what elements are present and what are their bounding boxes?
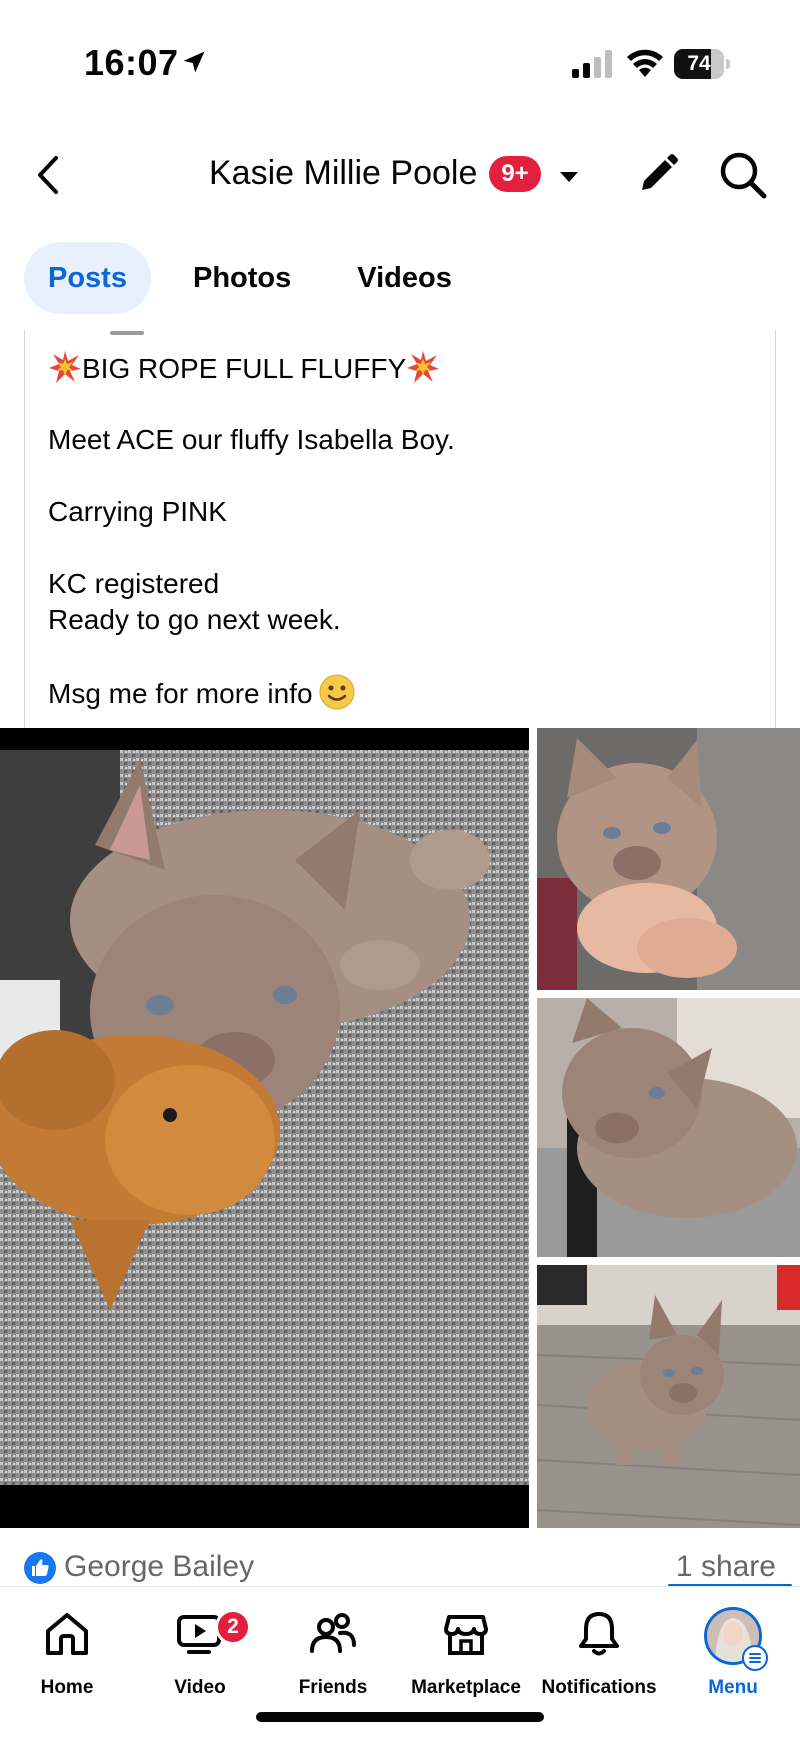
post-line-carrying: Carrying PINK [48, 496, 227, 527]
nav-marketplace-label: Marketplace [411, 1677, 521, 1698]
nav-menu[interactable]: Menu [666, 1599, 800, 1709]
post-line-ready: Ready to go next week. [48, 604, 341, 635]
menu-lines-icon [742, 1645, 768, 1671]
profile-header: Kasie Millie Poole 9+ [0, 130, 800, 220]
nav-video-label: Video [174, 1677, 226, 1698]
marketplace-icon [444, 1615, 488, 1655]
friends-icon [310, 1613, 356, 1653]
nav-notifications[interactable]: Notifications [532, 1599, 666, 1709]
search-icon[interactable] [718, 150, 768, 200]
photo-puppy-lying-on-rug[interactable] [537, 998, 800, 1257]
caret-down-icon[interactable] [558, 170, 580, 184]
tab-photos[interactable]: Photos [169, 242, 315, 314]
post-line-meet: Meet ACE our fluffy Isabella Boy. [48, 424, 455, 455]
nav-video[interactable]: 2 Video [133, 1599, 267, 1709]
photo-puppy-standing-on-floor[interactable] [537, 1265, 800, 1528]
status-bar: 16:07 74 [0, 0, 800, 110]
like-icon [24, 1552, 56, 1584]
nav-friends-label: Friends [298, 1677, 368, 1698]
photo-puppy-with-plush-toy[interactable] [0, 728, 529, 1528]
post-line-msg-row: Msg me for more info [48, 674, 768, 710]
profile-name[interactable]: Kasie Millie Poole [209, 154, 477, 193]
signal-icon [572, 50, 612, 78]
photo-grid [0, 728, 800, 1528]
post-line-kc: KC registered [48, 568, 220, 599]
post-headline: BIG ROPE FULL FLUFFY [82, 353, 407, 384]
reactor-name[interactable]: George Bailey [64, 1548, 254, 1586]
nav-marketplace[interactable]: Marketplace [399, 1599, 533, 1709]
battery-icon: 74 [674, 49, 730, 79]
collision-emoji [49, 351, 81, 383]
video-badge: 2 [215, 1609, 251, 1645]
nav-friends[interactable]: Friends [266, 1599, 400, 1709]
notification-badge: 9+ [489, 156, 541, 192]
post-body: BIG ROPE FULL FLUFFY Meet ACE our fluffy… [48, 350, 768, 710]
nav-home-label: Home [40, 1677, 94, 1698]
home-icon [46, 1613, 88, 1655]
profile-tabs: Posts Photos Videos [24, 242, 494, 314]
nav-notifications-label: Notifications [541, 1677, 657, 1698]
tab-posts[interactable]: Posts [24, 242, 151, 314]
battery-percent: 74 [687, 52, 711, 75]
tab-videos[interactable]: Videos [333, 242, 476, 314]
post-line-msg: Msg me for more info [48, 678, 313, 709]
shares-count[interactable]: 1 share [676, 1548, 776, 1586]
post-headline-line: BIG ROPE FULL FLUFFY [48, 350, 768, 386]
nav-menu-label: Menu [708, 1677, 758, 1698]
location-arrow-icon [183, 51, 205, 73]
pencil-icon[interactable] [636, 152, 680, 196]
nav-home[interactable]: Home [0, 1599, 134, 1709]
home-indicator [256, 1712, 544, 1722]
status-time: 16:07 [84, 42, 179, 83]
wifi-icon [627, 49, 663, 77]
slightly-smiling-face-emoji [319, 674, 355, 710]
collision-emoji [407, 351, 440, 383]
back-chevron-icon [38, 156, 58, 194]
bell-icon [579, 1612, 619, 1656]
back-button[interactable] [28, 150, 68, 200]
photo-puppy-held-in-hand[interactable] [537, 728, 800, 990]
